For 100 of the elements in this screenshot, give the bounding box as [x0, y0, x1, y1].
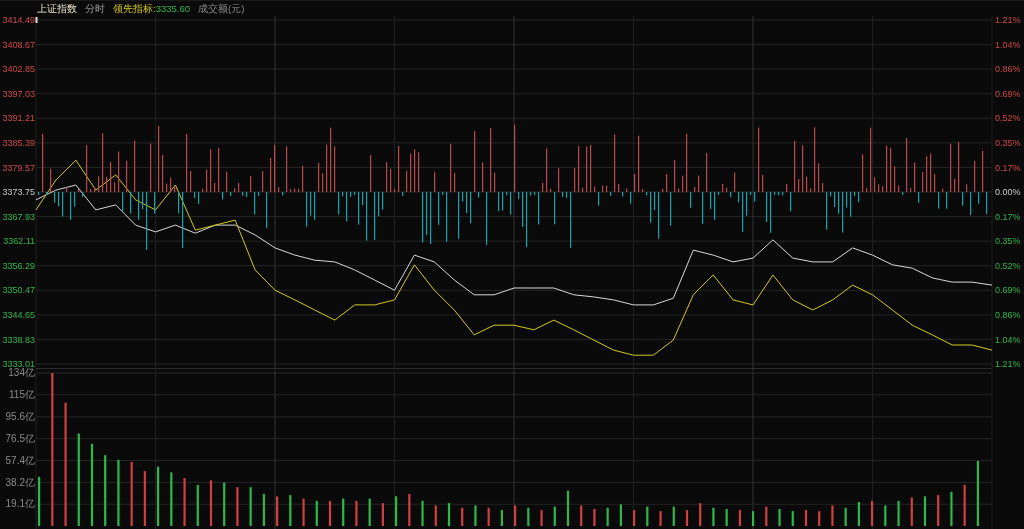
volume-bar [209, 480, 213, 526]
percent-label: 0.17% [995, 162, 1021, 173]
axis-label: 57.4亿 [5, 454, 35, 466]
volume-bar [355, 500, 358, 526]
volume-bar [500, 510, 503, 526]
volume-bar [130, 462, 133, 526]
axis-label: 115亿 [9, 388, 35, 400]
volume-bar [619, 504, 622, 526]
volume-bar [553, 506, 556, 526]
percent-label: 0.86% [995, 64, 1021, 75]
axis-label: 38.2亿 [5, 476, 35, 488]
percent-label: 1.04% [995, 334, 1021, 345]
volume-bar [593, 508, 596, 526]
volume-bar [183, 478, 186, 526]
percent-label: 0.69% [995, 285, 1021, 296]
axis-label: 3344.65 [2, 310, 35, 321]
percent-label: 0.52% [995, 113, 1021, 124]
axis-label: 3414.49 [2, 16, 35, 26]
percent-label: 0.52% [995, 260, 1021, 271]
volume-bar [871, 500, 874, 526]
volume-bar [566, 490, 570, 526]
axis-label: 3402.85 [2, 64, 35, 75]
volume-bar [38, 476, 41, 526]
volume-bar [395, 496, 398, 526]
volume-bar [857, 502, 860, 526]
volume-bar [765, 506, 768, 526]
volume-bar [712, 507, 715, 526]
volume-bar [540, 510, 543, 526]
volume-bar [421, 500, 424, 526]
volume-bar [910, 497, 913, 526]
volume-bar [606, 507, 609, 526]
volume-bar [223, 482, 226, 526]
volume-bar [447, 503, 451, 526]
percent-label: 1.21% [995, 16, 1021, 26]
volume-bar [580, 505, 583, 526]
volume-bar [262, 494, 265, 526]
percent-label: 0.17% [995, 211, 1021, 222]
volume-bar [633, 510, 636, 526]
percent-label: 0.35% [995, 138, 1021, 149]
volume-bar [408, 494, 411, 526]
axis-label: 3391.21 [2, 113, 35, 124]
percent-label: 0.69% [995, 88, 1021, 99]
axis-label: 3385.39 [2, 138, 35, 149]
index-title: 上证指数 [37, 3, 77, 14]
volume-bar [249, 487, 252, 526]
volume-bar [923, 496, 927, 526]
axis-label: 134亿 [8, 368, 35, 379]
volume-bar [963, 484, 966, 526]
percent-label: 0.86% [995, 310, 1021, 321]
axis-label: 3408.67 [2, 39, 35, 50]
volume-bar [289, 495, 292, 526]
volume-bar [276, 496, 279, 526]
percent-label: 1.04% [995, 39, 1021, 50]
axis-label: 3362.11 [3, 236, 35, 247]
volume-bar [646, 506, 649, 526]
axis-label: 3333.01 [2, 359, 35, 368]
volume-bar [897, 500, 900, 526]
indicator-value: 3335.60 [155, 3, 190, 14]
volume-bar [752, 511, 755, 526]
axis-label: 3356.29 [2, 260, 35, 271]
mode-label[interactable]: 分时 [85, 3, 105, 14]
volume-bar [976, 460, 979, 526]
axis-label: 3367.93 [2, 211, 35, 222]
volume-bar [328, 500, 332, 526]
volume-bar [170, 472, 173, 526]
volume-bar [738, 510, 741, 526]
volume-bar [937, 495, 940, 526]
axis-label: 76.5亿 [5, 432, 35, 444]
volume-bar [236, 487, 239, 526]
axis-label: 3397.03 [2, 88, 35, 99]
volume-bar [461, 507, 464, 526]
volume-bar [844, 507, 847, 526]
volume-label: 成交额(元) [198, 3, 245, 14]
volume-bar [685, 510, 689, 526]
volume-bar [381, 503, 384, 526]
volume-bar [342, 498, 345, 526]
axis-label: 3373.75 [2, 187, 35, 198]
percent-label: 1.21% [995, 359, 1021, 368]
volume-bar [368, 498, 371, 526]
percent-label: 0.35% [995, 236, 1021, 247]
volume-bar [196, 484, 199, 526]
volume-bar [474, 505, 477, 526]
volume-bar [487, 507, 490, 526]
cursor-marker-icon [35, 17, 38, 23]
volume-bar [791, 511, 794, 526]
volume-bar [434, 505, 437, 526]
volume-bar [831, 505, 834, 526]
axis-label: 19.1亿 [5, 498, 35, 510]
volume-bar [157, 466, 160, 526]
axis-label: 3350.47 [2, 285, 35, 296]
volume-bar [117, 459, 120, 526]
volume-bar [527, 507, 530, 526]
volume-bar [778, 508, 781, 526]
volume-bar [659, 511, 662, 526]
volume-bar [672, 506, 675, 526]
volume-bar [818, 511, 821, 526]
axis-label: 95.6亿 [5, 411, 35, 423]
percent-label: 0.00% [995, 187, 1021, 198]
volume-bar [950, 491, 953, 526]
volume-bar [725, 508, 728, 526]
